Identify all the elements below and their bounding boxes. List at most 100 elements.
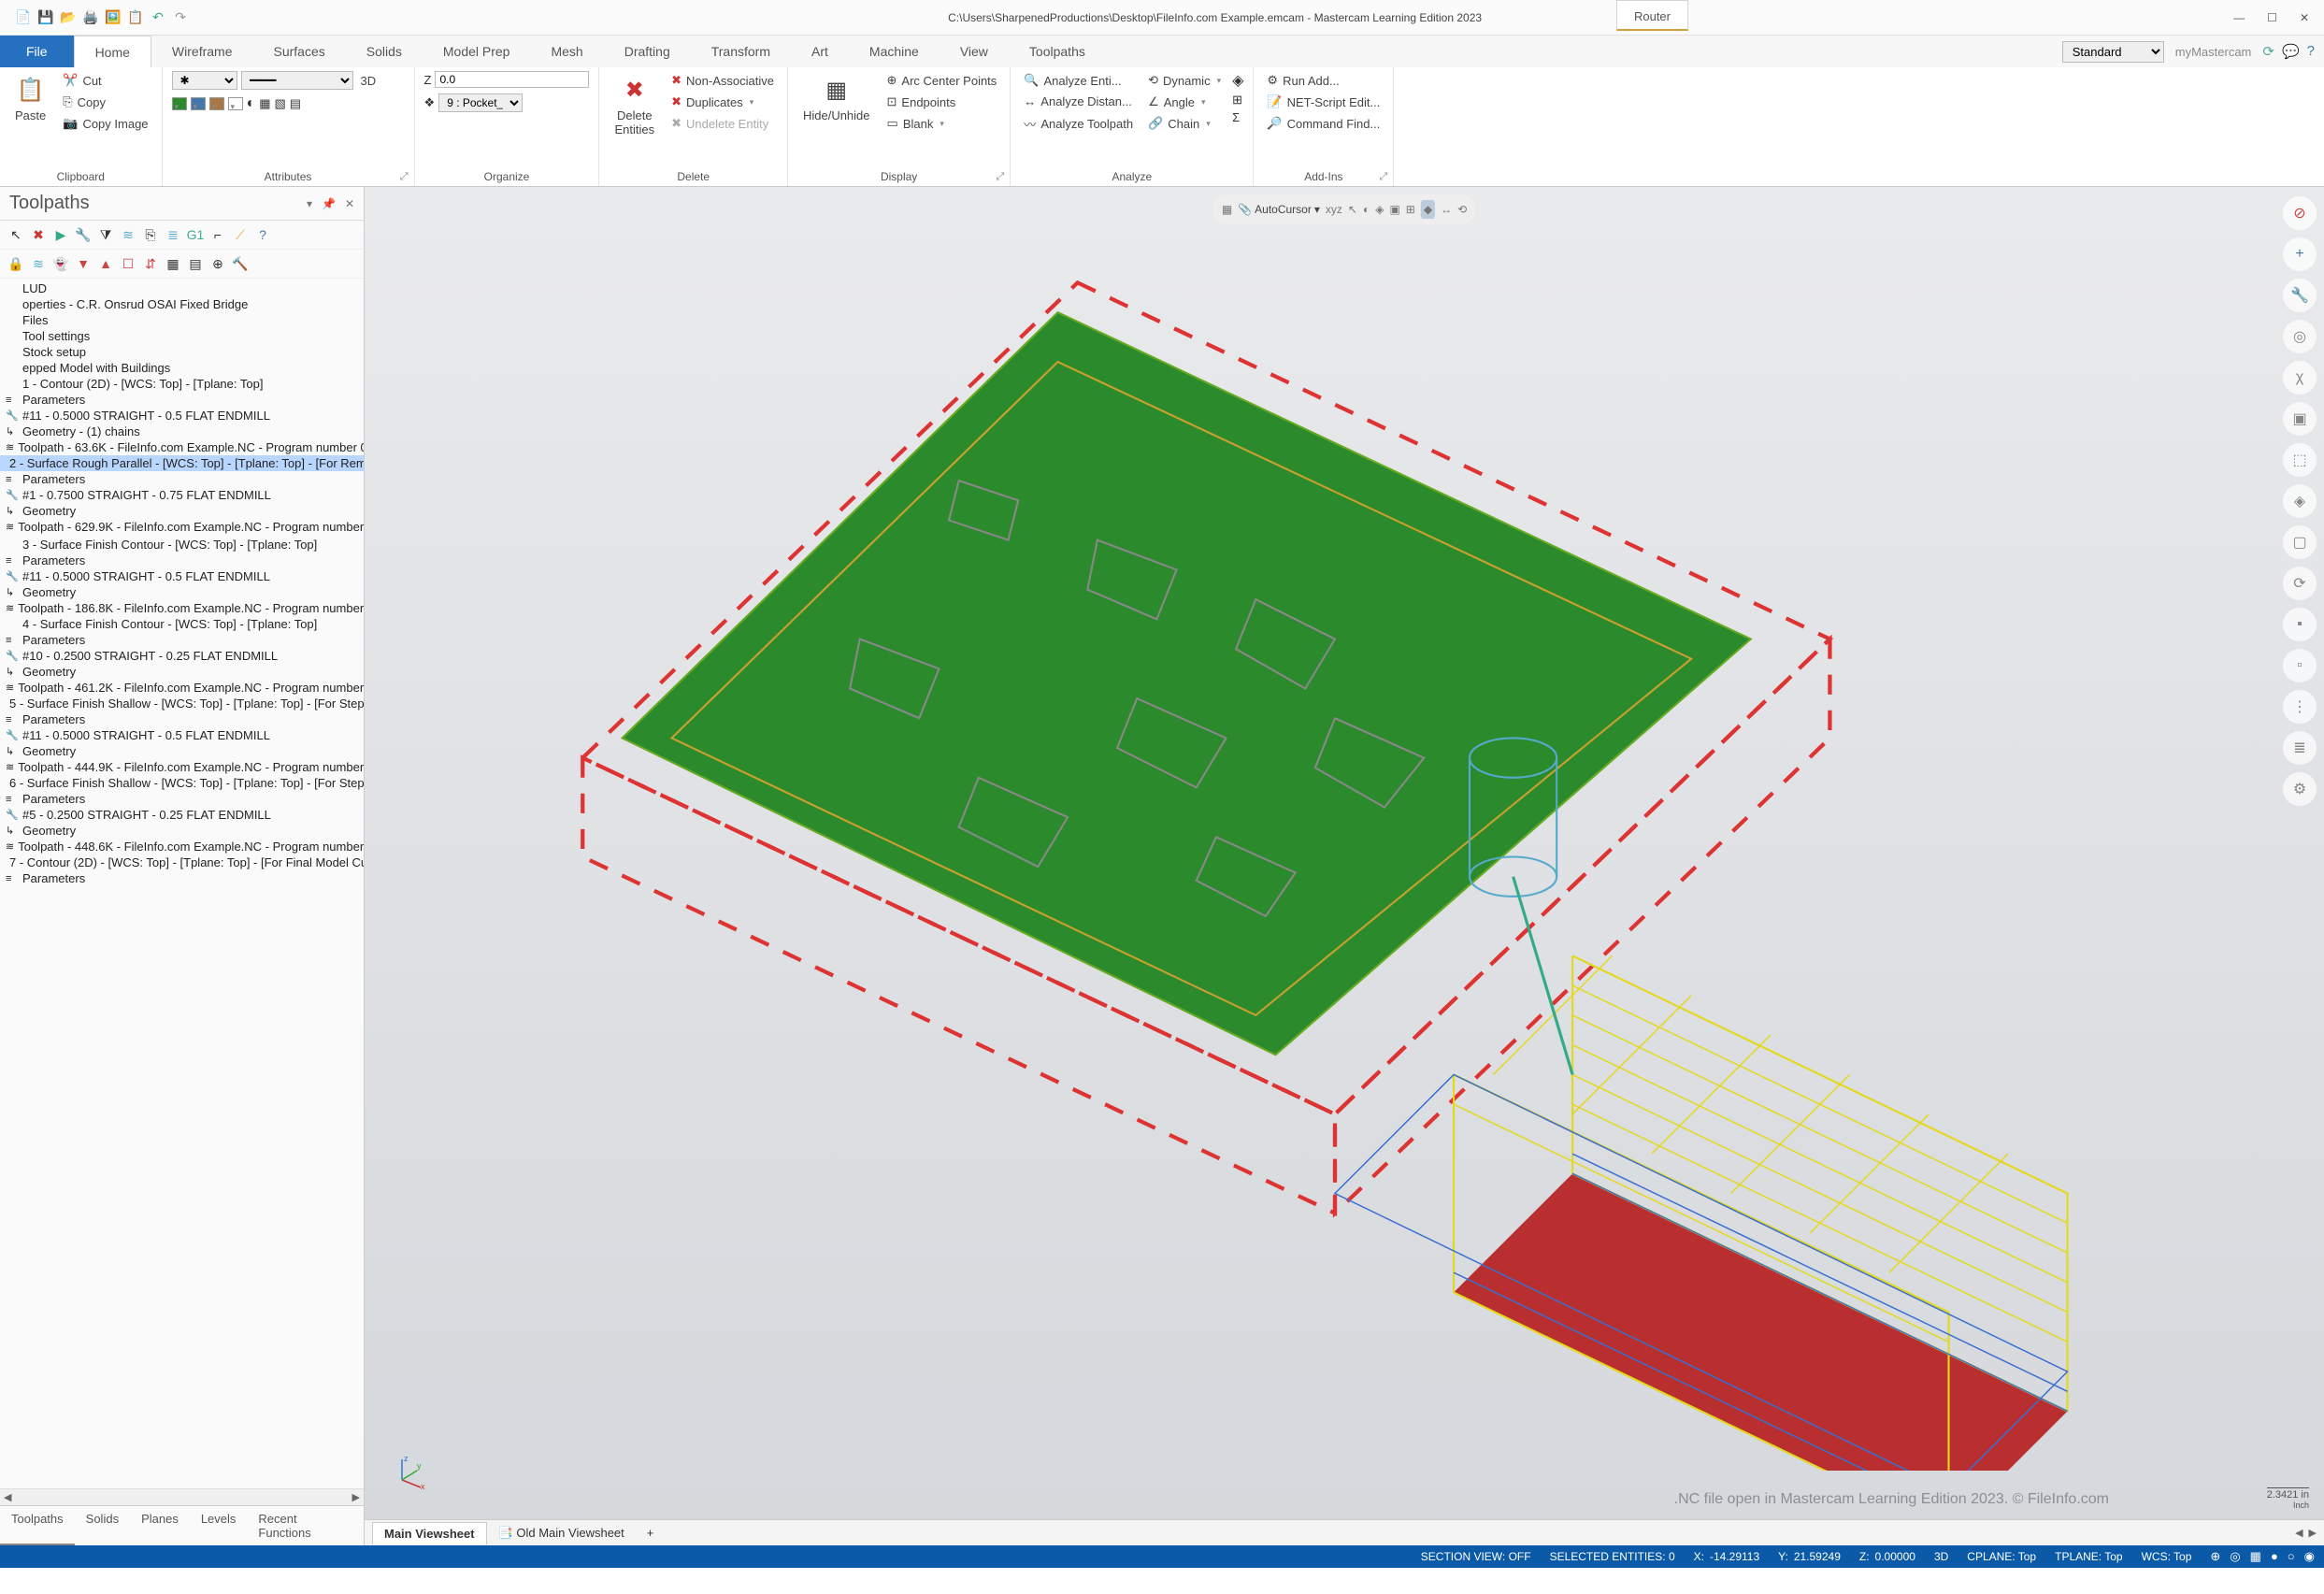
tree-row[interactable]: 1 - Contour (2D) - [WCS: Top] - [Tplane:… <box>0 376 364 392</box>
tree-row[interactable]: 2 - Surface Rough Parallel - [WCS: Top] … <box>0 455 364 471</box>
play-icon[interactable]: ▶ <box>52 226 69 243</box>
blank-button[interactable]: ▭Blank <box>883 114 1001 133</box>
tree-row[interactable]: ≋ Toolpath - 444.9K - FileInfo.com Examp… <box>0 759 364 775</box>
status-target-icon[interactable]: ◎ <box>2230 1549 2240 1564</box>
hide-unhide-button[interactable]: ▦ Hide/Unhide <box>797 71 876 126</box>
rotate-icon[interactable]: ⟳ <box>2283 567 2317 600</box>
viewsheet-old[interactable]: 📑 Old Main Viewsheet <box>487 1522 636 1544</box>
mymastercam-label[interactable]: myMastercam <box>2175 45 2252 59</box>
paste-button[interactable]: 📋 Paste <box>9 71 51 126</box>
tab-toolpaths[interactable]: Toolpaths <box>1009 36 1106 67</box>
tree-row[interactable]: 🔧 #11 - 0.5000 STRAIGHT - 0.5 FLAT ENDMI… <box>0 727 364 743</box>
endpoints-button[interactable]: ⊡Endpoints <box>883 93 1001 111</box>
tab-surfaces[interactable]: Surfaces <box>252 36 345 67</box>
non-associative-button[interactable]: ✖Non-Associative <box>667 71 778 90</box>
tool-icon[interactable]: 🔧 <box>75 226 92 243</box>
status-globe-icon[interactable]: ⊕ <box>2210 1549 2220 1564</box>
print-icon[interactable]: 🖨️ <box>82 9 99 26</box>
analyze-extra-icon1[interactable]: ◈ <box>1232 71 1243 90</box>
tree-row[interactable]: 🔧 #11 - 0.5000 STRAIGHT - 0.5 FLAT ENDMI… <box>0 568 364 584</box>
tab-home[interactable]: Home <box>74 36 151 67</box>
side-tab-levels[interactable]: Levels <box>190 1506 248 1545</box>
tree-row[interactable]: 7 - Contour (2D) - [WCS: Top] - [Tplane:… <box>0 854 364 870</box>
up-arrow-icon[interactable]: ▲ <box>97 255 114 272</box>
tree-row[interactable]: 5 - Surface Finish Shallow - [WCS: Top] … <box>0 696 364 711</box>
tree-row[interactable]: 🔧 #10 - 0.2500 STRAIGHT - 0.25 FLAT ENDM… <box>0 648 364 664</box>
vt-icon1[interactable]: ◐ <box>1363 203 1370 216</box>
maximize-icon[interactable]: ☐ <box>2267 11 2277 24</box>
tree-row[interactable]: 6 - Surface Finish Shallow - [WCS: Top] … <box>0 775 364 791</box>
viewsheet-main[interactable]: Main Viewsheet <box>372 1522 487 1544</box>
analyze-extra-icon2[interactable]: ⊞ <box>1232 93 1243 108</box>
lock-icon[interactable]: 🔒 <box>7 255 24 272</box>
tree-scrollbar[interactable]: ◀ ▶ <box>0 1488 364 1505</box>
angle-tool-icon[interactable]: ⌐ <box>209 226 226 243</box>
copyimage-button[interactable]: 📷Copy Image <box>59 114 151 133</box>
tree-row[interactable]: Tool settings <box>0 328 364 344</box>
side-tab-recent[interactable]: Recent Functions <box>247 1506 364 1545</box>
tree-row[interactable]: ↳ Geometry <box>0 823 364 839</box>
tree-row[interactable]: ↳ Geometry <box>0 503 364 519</box>
tree-row[interactable]: ↳ Geometry <box>0 664 364 680</box>
tree-row[interactable]: ≡ Parameters <box>0 553 364 568</box>
copy-button[interactable]: ⎘Copy <box>59 93 151 111</box>
side-tab-solids[interactable]: Solids <box>75 1506 130 1545</box>
box-icon[interactable]: ▣ <box>2283 402 2317 436</box>
deselect-icon[interactable]: ✖ <box>30 226 47 243</box>
vt-xyz-icon[interactable]: xyz <box>1326 203 1342 216</box>
diamond-icon[interactable]: ◈ <box>2283 484 2317 518</box>
tab-art[interactable]: Art <box>791 36 849 67</box>
tree-row[interactable]: operties - C.R. Onsrud OSAI Fixed Bridge <box>0 296 364 312</box>
pin-icon[interactable]: 📌 <box>322 197 336 210</box>
dropdown-icon[interactable]: ▾ <box>307 197 312 210</box>
copy-icon[interactable]: 📋 <box>127 9 144 26</box>
z-input[interactable] <box>435 71 589 88</box>
solid-color[interactable] <box>191 97 206 110</box>
side-tab-planes[interactable]: Planes <box>130 1506 190 1545</box>
small-icon2[interactable]: ▫ <box>2283 649 2317 682</box>
status-dot-icon[interactable]: ◉ <box>2304 1549 2315 1564</box>
dots-icon[interactable]: ⋮ <box>2283 690 2317 724</box>
tree-row[interactable]: ≡ Parameters <box>0 870 364 886</box>
tree-row[interactable]: ≡ Parameters <box>0 791 364 807</box>
tree-row[interactable]: ↳ Geometry <box>0 584 364 600</box>
tree-row[interactable]: ≡ Parameters <box>0 392 364 408</box>
chat-icon[interactable]: 💬 <box>2282 43 2300 60</box>
clear-color[interactable] <box>228 97 243 110</box>
arc-center-button[interactable]: ⊕Arc Center Points <box>883 71 1001 90</box>
vt-icon7[interactable]: ⟲ <box>1457 203 1467 216</box>
save-icon[interactable]: 💾 <box>37 9 54 26</box>
autocursor-button[interactable]: 📎 AutoCursor ▾ <box>1238 203 1320 216</box>
tree-row[interactable]: ≡ Parameters <box>0 711 364 727</box>
delete-entities-button[interactable]: ✖ Delete Entities <box>609 71 660 140</box>
vt-icon4[interactable]: ⊞ <box>1406 203 1415 216</box>
tab-file[interactable]: File <box>0 36 74 67</box>
vs-prev-icon[interactable]: ◀ <box>2295 1527 2302 1539</box>
no-entry-icon[interactable]: ⊘ <box>2283 196 2317 230</box>
tree-row[interactable]: ≡ Parameters <box>0 632 364 648</box>
redo-icon[interactable]: ↷ <box>172 9 189 26</box>
wrench-icon[interactable]: 🔧 <box>2283 279 2317 312</box>
status-tplane[interactable]: TPLANE: Top <box>2055 1550 2122 1563</box>
analyze-distance-button[interactable]: ↔Analyze Distan... <box>1020 93 1137 110</box>
tree-row[interactable]: ≋ Toolpath - 629.9K - FileInfo.com Examp… <box>0 519 364 535</box>
point-style-select[interactable]: ✱ <box>172 71 237 90</box>
center-icon[interactable]: ⇵ <box>142 255 159 272</box>
tree-row[interactable]: ≋ Toolpath - 63.6K - FileInfo.com Exampl… <box>0 439 364 455</box>
square-icon[interactable]: ▢ <box>2283 525 2317 559</box>
analyze-extra-icon3[interactable]: Σ <box>1232 110 1243 124</box>
vt-icon2[interactable]: ◈ <box>1375 203 1384 216</box>
small-icon[interactable]: ▪ <box>2283 608 2317 641</box>
attr-icon3[interactable]: ▤ <box>290 96 301 111</box>
command-find-button[interactable]: 🔎Command Find... <box>1263 114 1384 133</box>
duplicates-button[interactable]: ✖Duplicates <box>667 93 778 111</box>
dialog-launcher-icon[interactable]: ⤢ <box>996 171 1004 183</box>
tree-row[interactable]: ≡ Parameters <box>0 471 364 487</box>
close-icon[interactable]: ✕ <box>2300 11 2309 24</box>
tree-row[interactable]: 4 - Surface Finish Contour - [WCS: Top] … <box>0 616 364 632</box>
table-icon[interactable]: ▤ <box>187 255 204 272</box>
run-addon-button[interactable]: ⚙Run Add... <box>1263 71 1384 90</box>
surface-color[interactable] <box>209 97 224 110</box>
cut-button[interactable]: ✂️Cut <box>59 71 151 90</box>
box-icon[interactable]: ☐ <box>120 255 136 272</box>
